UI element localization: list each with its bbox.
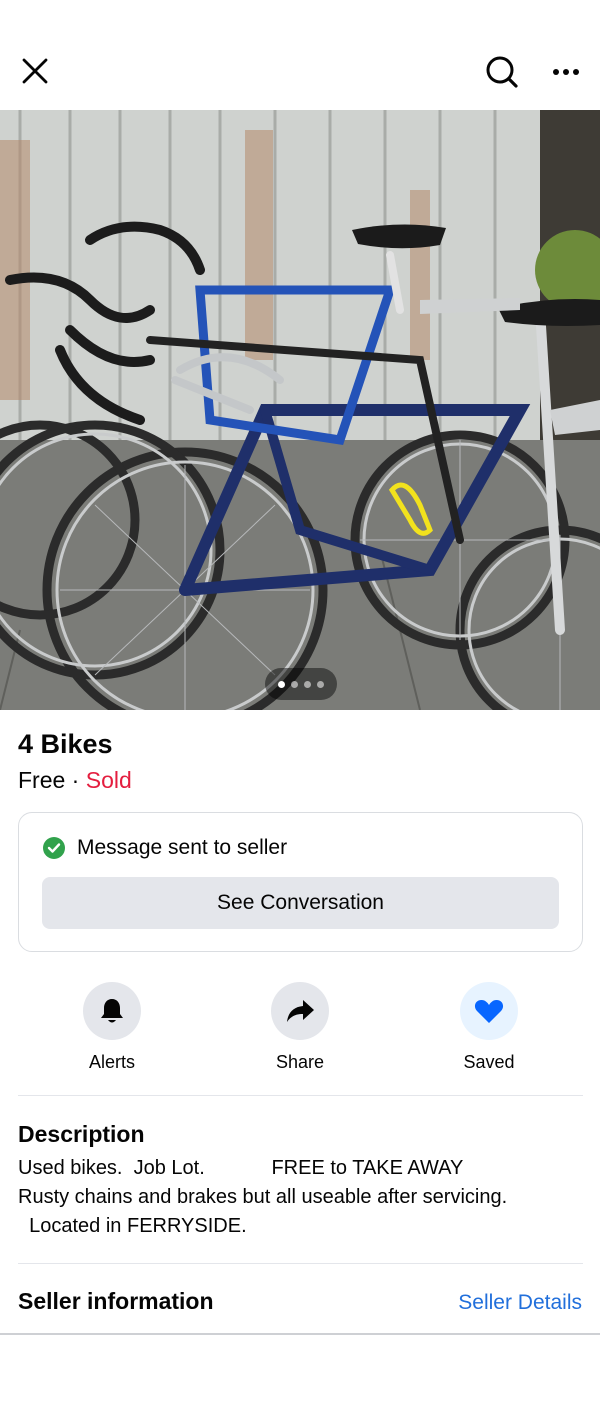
listing-photo[interactable]	[0, 110, 600, 710]
photo-dot-3[interactable]	[304, 680, 311, 688]
share-label: Share	[275, 1052, 325, 1072]
photo-dot-4[interactable]	[317, 680, 324, 688]
message-status-text: Message sent to seller	[77, 836, 288, 859]
description-heading: Description	[18, 1121, 145, 1147]
divider	[18, 1263, 583, 1264]
bottom-divider	[0, 1333, 600, 1335]
see-conversation-button[interactable]: See Conversation	[42, 877, 559, 929]
message-card: Message sent to seller See Conversation	[18, 812, 583, 952]
alerts-icon-circle[interactable]	[83, 982, 141, 1040]
bell-icon	[101, 999, 123, 1023]
share-icon-circle[interactable]	[271, 982, 329, 1040]
seller-info-heading: Seller information	[18, 1288, 214, 1314]
seller-details-link[interactable]: Seller Details	[458, 1288, 582, 1318]
photo-pagination[interactable]	[265, 668, 337, 700]
check-circle-icon	[43, 837, 65, 859]
search-button[interactable]	[480, 50, 524, 94]
photo-dot-1[interactable]	[278, 680, 285, 688]
divider	[18, 1095, 583, 1096]
close-button[interactable]	[14, 50, 56, 92]
description-body: Used bikes. Job Lot. FREE to TAKE AWAY R…	[18, 1157, 508, 1237]
alerts-button[interactable]: Alerts	[52, 980, 172, 1080]
search-icon	[486, 56, 518, 88]
price: Free	[18, 767, 66, 793]
status-sold: Sold	[85, 767, 132, 793]
more-icon	[553, 69, 579, 75]
price-row: Free · Sold	[18, 764, 132, 796]
heart-icon	[474, 1000, 504, 1023]
share-arrow-icon	[287, 1000, 314, 1022]
saved-label: Saved	[463, 1052, 515, 1072]
photo-dot-2[interactable]	[291, 680, 298, 688]
close-icon	[22, 58, 48, 84]
saved-button[interactable]: Saved	[429, 980, 549, 1080]
bikes-photo-illustration	[0, 110, 600, 710]
price-separator: ·	[65, 767, 86, 793]
top-bar	[0, 0, 600, 110]
more-options-button[interactable]	[544, 50, 588, 94]
share-button[interactable]: Share	[240, 980, 360, 1080]
saved-icon-circle[interactable]	[460, 982, 518, 1040]
alerts-label: Alerts	[88, 1052, 135, 1072]
listing-title: 4 Bikes	[18, 729, 113, 759]
